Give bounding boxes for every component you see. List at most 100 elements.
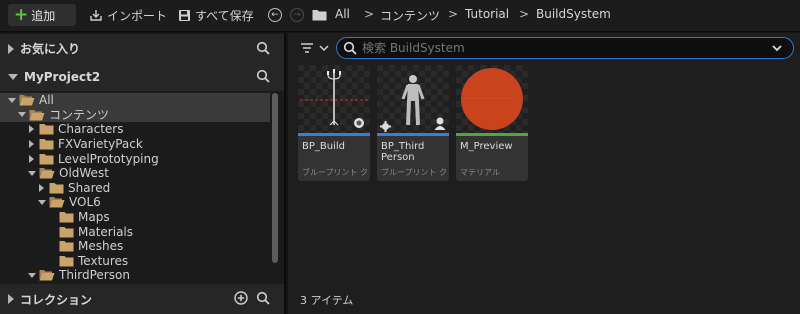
asset-name: BP_Build	[302, 141, 345, 152]
arrow-left-icon: ←	[271, 9, 279, 20]
asset-type: ブループリント クラス	[381, 168, 447, 177]
filter-icon[interactable]	[300, 42, 330, 54]
breadcrumb-separator: >	[448, 7, 459, 21]
folder-tree: All コンテンツ Characters FXVarietyPack Level…	[0, 91, 270, 284]
breadcrumb-separator: >	[364, 7, 375, 21]
folder-icon	[59, 212, 74, 223]
tree-item-label: Shared	[68, 180, 111, 195]
tree-item-maps[interactable]: Maps	[0, 210, 270, 225]
tree-item-shared[interactable]: Shared	[0, 181, 270, 196]
tree-item-label: All	[39, 93, 54, 108]
asset-name: M_Preview	[460, 141, 513, 152]
favorites-header[interactable]: お気に入り	[0, 34, 284, 63]
tree-item-label: コンテンツ	[49, 108, 110, 123]
asset-type: マテリアル	[460, 168, 500, 177]
add-label: 追加	[31, 8, 56, 23]
collections-label: コレクション	[20, 292, 93, 307]
breadcrumb-separator: >	[519, 7, 530, 21]
tree-item-levelprototyping[interactable]: LevelPrototyping	[0, 151, 270, 166]
expand-arrow-icon	[27, 154, 36, 164]
folder-icon	[59, 255, 74, 267]
forward-button[interactable]: →	[290, 8, 304, 22]
collapse-arrow-icon	[8, 73, 18, 80]
tree-item-characters[interactable]: Characters	[0, 122, 270, 137]
asset-type-bar	[298, 133, 370, 136]
tree-item-label: ThirdPerson	[59, 268, 130, 283]
chevron-down-icon[interactable]	[771, 42, 783, 54]
folder-icon	[39, 153, 54, 165]
folder-open-icon	[39, 270, 55, 281]
tree-scrollbar[interactable]	[272, 93, 278, 263]
breadcrumb-item[interactable]: BuildSystem	[536, 7, 611, 21]
project-header[interactable]: MyProject2	[0, 62, 284, 91]
import-button[interactable]: インポート	[89, 6, 167, 24]
tree-item-fxvarietypack[interactable]: FXVarietyPack	[0, 137, 270, 152]
tree-item-content[interactable]: コンテンツ	[0, 107, 270, 123]
arrow-right-icon: →	[293, 9, 301, 20]
tree-item-label: VOL6	[69, 195, 101, 210]
asset-thumbnail	[456, 65, 528, 133]
search-input[interactable]	[362, 41, 762, 55]
asset-tile-bp-thirdperson[interactable]: BP_Third Person ブループリント クラス	[377, 65, 449, 181]
folder-icon	[49, 182, 64, 194]
folder-icon	[59, 241, 74, 252]
asset-tile-m-preview[interactable]: M_Preview マテリアル	[456, 65, 528, 181]
tree-item-textures[interactable]: Textures	[0, 254, 270, 269]
breadcrumb-item[interactable]: All	[335, 7, 350, 21]
collections-header[interactable]: コレクション	[0, 284, 284, 314]
tree-item-vol6[interactable]: VOL6	[0, 195, 270, 210]
search-icon	[343, 41, 357, 55]
collapse-arrow-icon	[27, 168, 36, 178]
folder-icon[interactable]	[312, 8, 327, 21]
folder-open-icon	[19, 95, 35, 106]
tree-item-label: Textures	[78, 253, 129, 268]
breadcrumb-item[interactable]: コンテンツ	[380, 7, 440, 24]
collapse-arrow-icon	[7, 95, 16, 105]
folder-icon	[39, 139, 54, 150]
tree-item-label: LevelPrototyping	[58, 151, 159, 166]
asset-name: BP_Third Person	[381, 141, 425, 163]
expand-arrow-icon	[8, 43, 14, 54]
asset-type-bar	[377, 133, 449, 136]
collapse-arrow-icon	[37, 197, 46, 207]
collapse-arrow-icon	[17, 110, 26, 120]
plus-icon: +	[14, 4, 29, 25]
asset-type: ブループリント クラス	[302, 168, 368, 177]
tree-item-label: Maps	[78, 210, 110, 225]
expand-arrow-icon	[27, 124, 36, 134]
toolbar: + 追加 インポート すべて保存 ← → All > コンテンツ > Tutor…	[0, 0, 800, 32]
blueprint-badge-icon	[354, 118, 364, 128]
save-all-label: すべて保存	[195, 8, 254, 23]
asset-view: BP_Build ブループリント クラス BP_Third Person ブルー…	[288, 33, 800, 314]
folder-icon	[59, 226, 74, 238]
folder-icon	[39, 124, 54, 135]
search-icon[interactable]	[256, 69, 270, 83]
search-box[interactable]	[336, 37, 794, 59]
expand-arrow-icon	[27, 139, 36, 149]
collapse-arrow-icon	[27, 270, 36, 280]
tree-item-label: Materials	[78, 224, 134, 239]
add-button[interactable]: + 追加	[8, 4, 76, 26]
gear-badge-icon	[380, 121, 391, 132]
tree-item-oldwest[interactable]: OldWest	[0, 166, 270, 181]
asset-tile-bp-build[interactable]: BP_Build ブループリント クラス	[298, 65, 370, 181]
tree-item-materials[interactable]: Materials	[0, 224, 270, 239]
save-all-button[interactable]: すべて保存	[178, 6, 254, 24]
expand-arrow-icon	[37, 183, 46, 193]
breadcrumb-item[interactable]: Tutorial	[465, 7, 509, 21]
add-collection-icon[interactable]	[234, 291, 248, 305]
back-button[interactable]: ←	[268, 8, 282, 22]
project-label: MyProject2	[24, 69, 101, 84]
favorites-label: お気に入り	[20, 42, 81, 56]
tree-item-all[interactable]: All	[0, 93, 270, 108]
folder-open-icon	[39, 168, 55, 179]
expand-arrow-icon	[8, 294, 14, 304]
tree-item-meshes[interactable]: Meshes	[0, 239, 270, 254]
tree-item-label: Characters	[58, 122, 124, 137]
search-icon[interactable]	[256, 41, 270, 55]
search-icon[interactable]	[256, 291, 270, 305]
tree-item-label: Meshes	[78, 239, 124, 254]
import-icon	[90, 10, 102, 21]
item-count: 3 アイテム	[300, 294, 354, 307]
tree-item-thirdperson[interactable]: ThirdPerson	[0, 268, 270, 283]
